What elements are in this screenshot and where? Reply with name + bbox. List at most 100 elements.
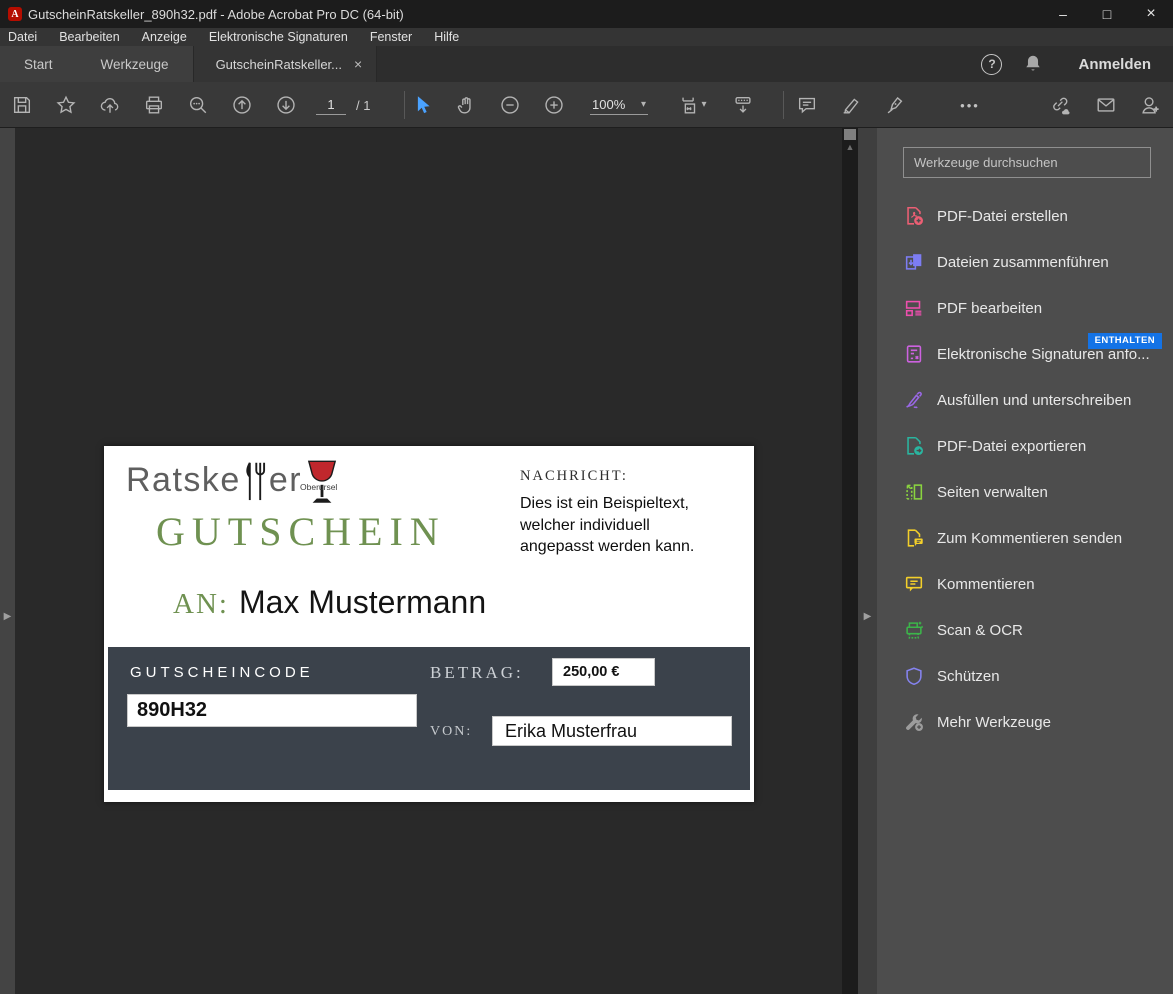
share-link-icon[interactable] [1046,91,1074,119]
close-button[interactable]: × [1129,0,1173,28]
right-pane-strip: ▶ [858,128,877,994]
chevron-down-icon: ▾ [701,99,707,110]
tab-document-label: GutscheinRatskeller... [215,56,343,72]
page-number-input[interactable] [316,95,346,115]
left-pane-strip: ▶ [0,128,15,994]
menu-fenster[interactable]: Fenster [370,30,412,44]
more-tools-wrench-icon [903,711,925,733]
included-badge: ENTHALTEN [1087,333,1162,349]
recipient-label: AN: [173,588,229,620]
more-options-icon[interactable]: ••• [948,94,992,116]
sign-pen-icon[interactable] [881,91,909,119]
toolbar-divider [783,91,784,119]
hand-tool-icon[interactable] [452,91,480,119]
tool-item-fill-sign[interactable]: Ausfüllen und unterschreiben [877,377,1173,423]
main-toolbar: / 1 100% ▾ ▾ ••• [0,82,1173,128]
logo-text-left: Ratske [126,461,241,499]
protect-shield-icon [903,665,925,687]
tool-item-organize-pages[interactable]: Seiten verwalten [877,469,1173,515]
message-label: NACHRICHT: [520,468,628,484]
tab-bar: Start Werkzeuge GutscheinRatskeller... ×… [0,46,1173,82]
minimize-button[interactable]: – [1041,0,1085,28]
tool-item-more-tools[interactable]: Mehr Werkzeuge [877,699,1173,745]
scroll-up-icon[interactable]: ▲ [842,142,858,152]
zoom-level-combobox[interactable]: 100% ▾ [590,95,648,115]
cutlery-icon [246,462,265,501]
reading-mode-icon[interactable] [729,91,757,119]
tool-item-comment[interactable]: Kommentieren [877,561,1173,607]
fill-sign-icon [903,389,925,411]
page-count-label: / 1 [356,98,371,113]
zoom-out-icon[interactable] [496,91,524,119]
export-pdf-icon [903,435,925,457]
message-text: Dies ist ein Beispieltext, welcher indiv… [520,495,695,555]
voucher-code-field[interactable]: 890H32 [127,694,417,727]
add-account-person-icon[interactable] [1136,91,1164,119]
pdf-page: Ratske er Oberursel GUTSCHEIN NACHRICHT:… [104,446,754,802]
comment-icon [903,573,925,595]
save-icon[interactable] [8,91,36,119]
logo-text-right: er [268,461,303,499]
tool-item-edit-pdf[interactable]: PDF bearbeiten [877,285,1173,331]
tools-search-input[interactable] [903,147,1151,178]
menu-bar: Datei Bearbeiten Anzeige Elektronische S… [0,28,1173,46]
zoom-in-icon[interactable] [540,91,568,119]
print-icon[interactable] [140,91,168,119]
tool-item-scan-ocr[interactable]: Scan & OCR [877,607,1173,653]
chevron-down-icon: ▾ [640,99,646,110]
tab-werkzeuge[interactable]: Werkzeuge [77,46,193,82]
menu-hilfe[interactable]: Hilfe [434,30,459,44]
fit-width-icon[interactable]: ▾ [672,91,712,119]
select-tool-cursor-icon[interactable] [408,91,436,119]
tab-document[interactable]: GutscheinRatskeller... × [192,46,378,82]
voucher-title: GUTSCHEIN [156,509,446,554]
amount-field[interactable]: 250,00 € [552,658,655,686]
previous-page-icon[interactable] [228,91,256,119]
document-viewport: Ratske er Oberursel GUTSCHEIN NACHRICHT:… [15,128,842,994]
combine-files-icon [903,251,925,273]
comment-bubble-icon[interactable] [793,91,821,119]
create-pdf-icon [903,205,925,227]
next-page-icon[interactable] [272,91,300,119]
tool-item-request-signatures[interactable]: ENTHALTEN Elektronische Signaturen anfo.… [877,331,1173,377]
email-icon[interactable] [1092,91,1120,119]
organize-pages-icon [903,481,925,503]
tool-item-send-for-comments[interactable]: Zum Kommentieren senden [877,515,1173,561]
scrollbar-thumb[interactable] [844,129,856,140]
request-signatures-icon [903,343,925,365]
vertical-scrollbar[interactable]: ▲ [842,128,858,994]
maximize-button[interactable]: □ [1085,0,1129,28]
left-pane-toggle-icon[interactable]: ▶ [0,611,15,622]
amount-label: BETRAG: [430,663,524,682]
right-pane-toggle-icon[interactable]: ▶ [858,611,877,622]
menu-elektronische-signaturen[interactable]: Elektronische Signaturen [209,30,348,44]
send-for-comments-icon [903,527,925,549]
window-title: GutscheinRatskeller_890h32.pdf - Adobe A… [28,6,404,22]
search-icon[interactable] [184,91,212,119]
tool-item-export-pdf[interactable]: PDF-Datei exportieren [877,423,1173,469]
menu-bearbeiten[interactable]: Bearbeiten [59,30,119,44]
tool-item-combine-files[interactable]: Dateien zusammenführen [877,239,1173,285]
help-icon[interactable]: ? [981,53,1003,75]
voucher-code-label: GUTSCHEINCODE [130,664,314,681]
edit-pdf-icon [903,297,925,319]
tool-item-create-pdf[interactable]: PDF-Datei erstellen [877,193,1173,239]
from-field[interactable]: Erika Musterfrau [492,716,732,746]
menu-anzeige[interactable]: Anzeige [142,30,187,44]
menu-datei[interactable]: Datei [8,30,37,44]
zoom-level-value: 100% [592,97,626,112]
tools-panel: PDF-Datei erstellen Dateien zusammenführ… [877,128,1173,994]
title-bar: A GutscheinRatskeller_890h32.pdf - Adobe… [0,0,1173,28]
sign-in-link[interactable]: Anmelden [1078,56,1151,73]
recipient-name-field[interactable]: Max Mustermann [239,584,486,621]
acrobat-app-icon: A [8,7,22,21]
notifications-bell-icon[interactable] [1022,53,1044,75]
cloud-upload-icon[interactable] [96,91,124,119]
tab-start[interactable]: Start [0,46,77,82]
star-favorite-icon[interactable] [52,91,80,119]
tool-item-protect[interactable]: Schützen [877,653,1173,699]
scan-ocr-icon [903,619,925,641]
tab-close-icon[interactable]: × [354,56,362,72]
voucher-code-section: GUTSCHEINCODE 890H32 BETRAG: 250,00 € VO… [108,647,750,790]
highlighter-icon[interactable] [837,91,865,119]
